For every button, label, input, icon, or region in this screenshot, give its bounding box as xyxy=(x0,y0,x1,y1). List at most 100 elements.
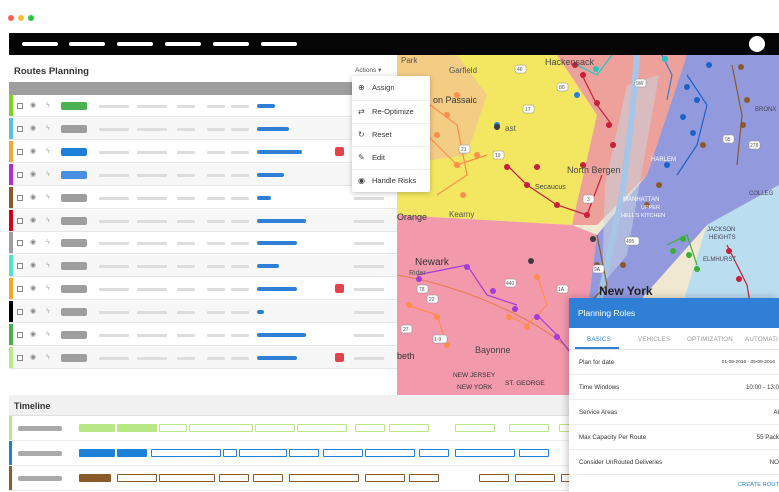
route-row[interactable]: ◉ ϟ xyxy=(9,232,397,255)
roles-row-plan-for-date[interactable]: Plan for date 01-08-2016 - 05-09-2016 xyxy=(569,351,779,375)
bolt-icon[interactable]: ϟ xyxy=(46,192,50,203)
route-checkbox[interactable] xyxy=(17,332,23,338)
timeline-segment[interactable] xyxy=(289,449,319,457)
risk-flag[interactable] xyxy=(335,146,344,156)
timeline-segment[interactable] xyxy=(151,449,221,457)
roles-row-max-capacity[interactable]: Max Capacity Per Route 55 Pack xyxy=(569,426,779,450)
menu-item-assign[interactable]: ⊕ Assign xyxy=(352,77,430,99)
bolt-icon[interactable]: ϟ xyxy=(46,306,50,317)
bolt-icon[interactable]: ϟ xyxy=(46,283,50,294)
timeline-segment[interactable] xyxy=(255,424,295,432)
maximize-dot[interactable] xyxy=(28,15,34,21)
date-range-field[interactable]: 01-08-2016 - 05-09-2016 xyxy=(722,360,775,365)
route-checkbox[interactable] xyxy=(17,148,23,155)
timeline-segment[interactable] xyxy=(117,449,147,457)
timeline-segment[interactable] xyxy=(323,449,363,457)
timeline-segment[interactable] xyxy=(419,449,449,457)
route-row[interactable]: ◉ ϟ xyxy=(9,117,397,140)
timeline-segment[interactable] xyxy=(455,449,515,457)
roles-row-time-windows[interactable]: Time Windows 10:00 - 13:0 xyxy=(569,376,779,400)
bolt-icon[interactable]: ϟ xyxy=(46,169,50,180)
route-row[interactable]: ◉ ϟ xyxy=(9,186,397,209)
timeline-segment[interactable] xyxy=(239,449,287,457)
bolt-icon[interactable]: ϟ xyxy=(46,100,50,111)
route-checkbox[interactable] xyxy=(17,171,23,178)
route-row[interactable]: ◉ ϟ xyxy=(9,324,397,346)
roles-row-value[interactable]: 55 Pack xyxy=(757,434,779,441)
route-checkbox[interactable] xyxy=(17,354,23,361)
route-checkbox[interactable] xyxy=(17,263,23,270)
eye-icon[interactable]: ◉ xyxy=(30,169,36,180)
timeline-segment[interactable] xyxy=(389,424,429,432)
route-checkbox[interactable] xyxy=(17,286,23,293)
route-row[interactable]: ◉ ϟ xyxy=(9,278,397,301)
create-routes-button[interactable]: CREATE ROUT xyxy=(738,482,779,488)
route-row[interactable]: ◉ ϟ xyxy=(9,140,397,163)
nav-item-2[interactable] xyxy=(69,42,105,46)
timeline-segment[interactable] xyxy=(297,424,347,432)
eye-icon[interactable]: ◉ xyxy=(30,100,36,111)
route-checkbox[interactable] xyxy=(17,309,23,316)
route-checkbox[interactable] xyxy=(17,194,23,201)
risk-flag[interactable] xyxy=(335,284,344,294)
eye-icon[interactable]: ◉ xyxy=(30,352,36,363)
roles-row-service-areas[interactable]: Service Areas Al xyxy=(569,401,779,425)
eye-icon[interactable]: ◉ xyxy=(30,329,36,340)
avatar[interactable] xyxy=(749,36,765,52)
eye-icon[interactable]: ◉ xyxy=(30,123,36,134)
nav-item-1[interactable] xyxy=(22,42,58,46)
eye-icon[interactable]: ◉ xyxy=(30,260,36,271)
timeline-segment[interactable] xyxy=(79,449,115,457)
tab-basics[interactable]: BASICS xyxy=(587,336,611,343)
timeline-segment[interactable] xyxy=(515,474,555,482)
timeline-segment[interactable] xyxy=(79,424,115,432)
route-row[interactable]: ◉ ϟ xyxy=(9,346,397,369)
timeline-segment[interactable] xyxy=(365,449,415,457)
eye-icon[interactable]: ◉ xyxy=(30,237,36,248)
timeline-segment[interactable] xyxy=(117,474,157,482)
timeline-segment[interactable] xyxy=(509,424,549,432)
route-checkbox[interactable] xyxy=(17,240,23,247)
bolt-icon[interactable]: ϟ xyxy=(46,123,50,134)
route-checkbox[interactable] xyxy=(17,125,23,132)
timeline-segment[interactable] xyxy=(455,424,495,432)
route-row[interactable]: ◉ ϟ xyxy=(9,301,397,324)
nav-item-6[interactable] xyxy=(261,42,297,46)
timeline-segment[interactable] xyxy=(159,424,187,432)
roles-row-value[interactable]: NO xyxy=(770,459,779,466)
menu-item-edit[interactable]: ✎ Edit xyxy=(352,146,430,168)
timeline-segment[interactable] xyxy=(409,474,439,482)
timeline-segment[interactable] xyxy=(355,424,385,432)
timeline-segment[interactable] xyxy=(479,474,509,482)
roles-row-value[interactable]: 10:00 - 13:0 xyxy=(746,384,779,391)
timeline-segment[interactable] xyxy=(223,449,237,457)
timeline-segment[interactable] xyxy=(289,474,359,482)
roles-row-value[interactable]: Al xyxy=(773,409,779,416)
timeline-segment[interactable] xyxy=(219,474,249,482)
timeline-segment[interactable] xyxy=(519,449,549,457)
risk-flag[interactable] xyxy=(335,352,344,362)
tab-optimization[interactable]: OPTIMIZATION xyxy=(687,336,733,343)
route-row[interactable]: ◉ ϟ xyxy=(9,95,397,117)
menu-item-handle-risks[interactable]: ◉ Handle Risks xyxy=(352,169,430,191)
bolt-icon[interactable]: ϟ xyxy=(46,146,50,157)
tab-vehicles[interactable]: VEHICLES xyxy=(638,336,670,343)
route-checkbox[interactable] xyxy=(17,217,23,224)
bolt-icon[interactable]: ϟ xyxy=(46,260,50,271)
nav-item-3[interactable] xyxy=(117,42,153,46)
minimize-dot[interactable] xyxy=(18,15,24,21)
roles-row-unrouted-deliveries[interactable]: Consider UnRouted Deliveries NO xyxy=(569,451,779,475)
eye-icon[interactable]: ◉ xyxy=(30,146,36,157)
bolt-icon[interactable]: ϟ xyxy=(46,329,50,340)
bolt-icon[interactable]: ϟ xyxy=(46,215,50,226)
nav-item-5[interactable] xyxy=(213,42,249,46)
actions-dropdown-button[interactable]: Actions ▾ xyxy=(355,66,381,74)
bolt-icon[interactable]: ϟ xyxy=(46,352,50,363)
eye-icon[interactable]: ◉ xyxy=(30,306,36,317)
eye-icon[interactable]: ◉ xyxy=(30,215,36,226)
timeline-segment[interactable] xyxy=(117,424,157,432)
tab-automation[interactable]: AUTOMATI xyxy=(745,336,778,343)
route-row[interactable]: ◉ ϟ xyxy=(9,163,397,186)
timeline-segment[interactable] xyxy=(253,474,283,482)
timeline-segment[interactable] xyxy=(189,424,253,432)
